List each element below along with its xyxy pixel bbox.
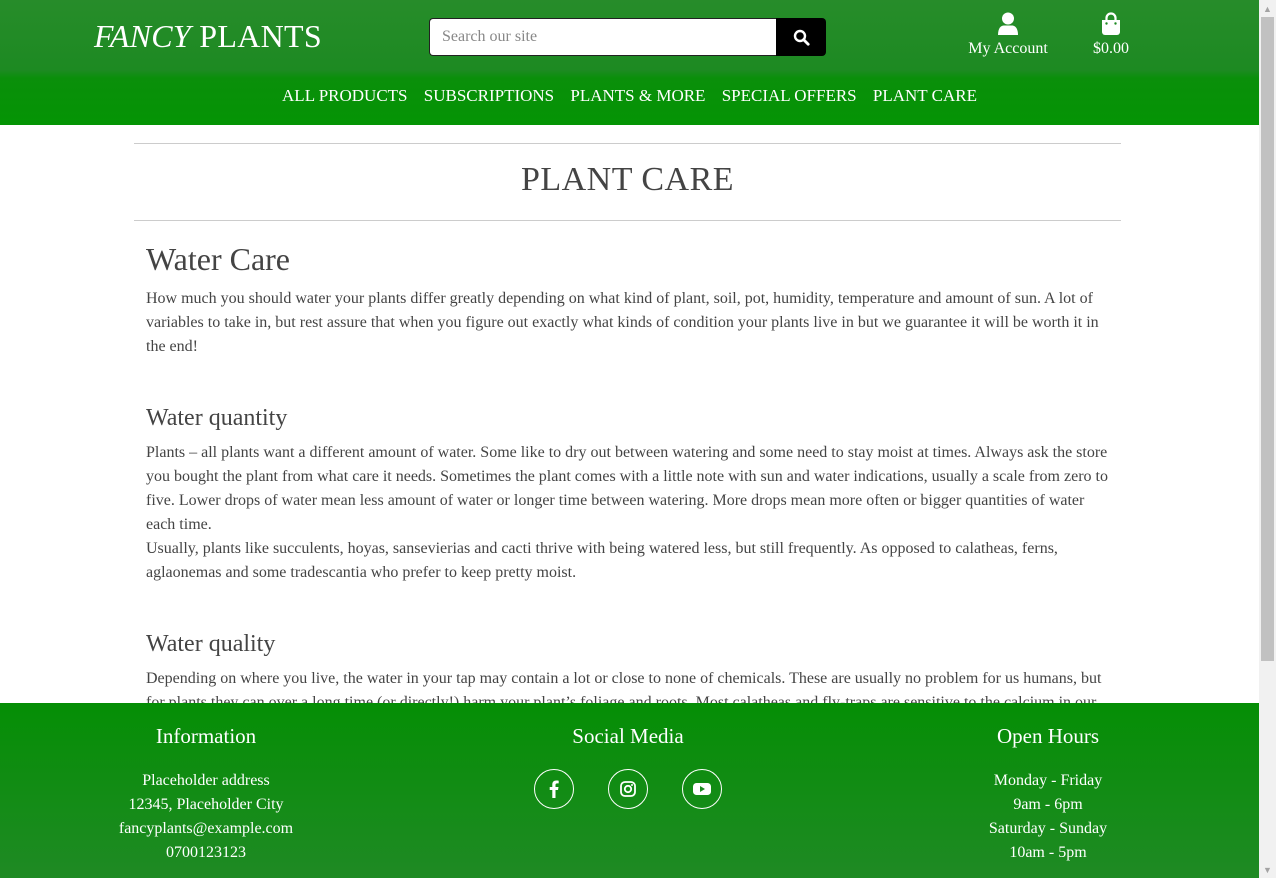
main-nav: ALL PRODUCTS SUBSCRIPTIONS PLANTS & MORE… bbox=[0, 86, 1259, 106]
cart-total: $0.00 bbox=[1093, 40, 1129, 57]
youtube-link[interactable] bbox=[682, 769, 722, 809]
footer-open-hours: Open Hours Monday - Friday 9am - 6pm Sat… bbox=[938, 723, 1158, 865]
hours-line: 10am - 5pm bbox=[1009, 844, 1087, 861]
footer-social: Social Media bbox=[518, 723, 738, 809]
search-input[interactable] bbox=[429, 18, 777, 56]
section-heading: Water Care bbox=[146, 241, 290, 277]
instagram-icon bbox=[620, 781, 636, 797]
nav-all-products[interactable]: ALL PRODUCTS bbox=[282, 86, 407, 105]
footer-heading: Open Hours bbox=[996, 724, 1100, 748]
section-heading: Water quality bbox=[146, 631, 276, 657]
my-account-link[interactable]: My Account bbox=[960, 12, 1056, 58]
main-content: PLANT CARE Water Care How much you shoul… bbox=[134, 125, 1121, 715]
user-icon bbox=[998, 12, 1018, 35]
scrollbar-thumb[interactable] bbox=[1261, 17, 1274, 661]
city-line: 12345, Placeholder City bbox=[128, 796, 284, 813]
logo-fancy: FANCY bbox=[94, 18, 191, 54]
shopping-bag-icon bbox=[1102, 12, 1120, 35]
section-paragraph: Plants – all plants want a different amo… bbox=[146, 444, 1108, 533]
footer-heading: Social Media bbox=[572, 724, 684, 748]
footer-heading: Information bbox=[155, 724, 257, 748]
hours-line: Monday - Friday bbox=[993, 772, 1103, 789]
youtube-icon bbox=[693, 783, 711, 795]
nav-plant-care[interactable]: PLANT CARE bbox=[873, 86, 977, 105]
search-icon bbox=[793, 29, 810, 46]
facebook-icon bbox=[549, 780, 559, 798]
facebook-link[interactable] bbox=[534, 769, 574, 809]
footer-information: Information Placeholder address 12345, P… bbox=[96, 723, 316, 865]
scroll-up-arrow-icon[interactable]: ▲ bbox=[1259, 0, 1276, 17]
page-title: PLANT CARE bbox=[520, 161, 735, 198]
nav-subscriptions[interactable]: SUBSCRIPTIONS bbox=[424, 86, 554, 105]
nav-plants-and-more[interactable]: PLANTS & MORE bbox=[570, 86, 705, 105]
site-header: FANCY PLANTS My Account bbox=[0, 0, 1259, 125]
section-paragraph: How much you should water your plants di… bbox=[146, 290, 1099, 355]
email-line: fancyplants@example.com bbox=[118, 820, 294, 837]
search-form bbox=[429, 18, 826, 56]
nav-special-offers[interactable]: SPECIAL OFFERS bbox=[722, 86, 857, 105]
scroll-down-arrow-icon[interactable]: ▼ bbox=[1259, 861, 1276, 878]
address-line: Placeholder address bbox=[142, 772, 270, 789]
social-links bbox=[518, 769, 738, 809]
account-label: My Account bbox=[968, 40, 1048, 57]
search-button[interactable] bbox=[776, 18, 826, 56]
article: Water Care How much you should water you… bbox=[134, 241, 1121, 715]
hours-line: 9am - 6pm bbox=[1013, 796, 1083, 813]
cart-link[interactable]: $0.00 bbox=[1085, 12, 1137, 58]
site-logo[interactable]: FANCY PLANTS bbox=[94, 18, 322, 55]
divider bbox=[134, 220, 1121, 221]
site-footer: Information Placeholder address 12345, P… bbox=[0, 703, 1259, 878]
page-viewport: FANCY PLANTS My Account bbox=[0, 0, 1259, 878]
instagram-link[interactable] bbox=[608, 769, 648, 809]
vertical-scrollbar[interactable]: ▲ ▼ bbox=[1259, 0, 1276, 878]
section-paragraph: Usually, plants like succulents, hoyas, … bbox=[146, 540, 1058, 581]
hours-line: Saturday - Sunday bbox=[988, 820, 1108, 837]
phone-line: 0700123123 bbox=[166, 844, 246, 861]
logo-plants: PLANTS bbox=[199, 18, 322, 54]
section-heading: Water quantity bbox=[146, 405, 288, 431]
